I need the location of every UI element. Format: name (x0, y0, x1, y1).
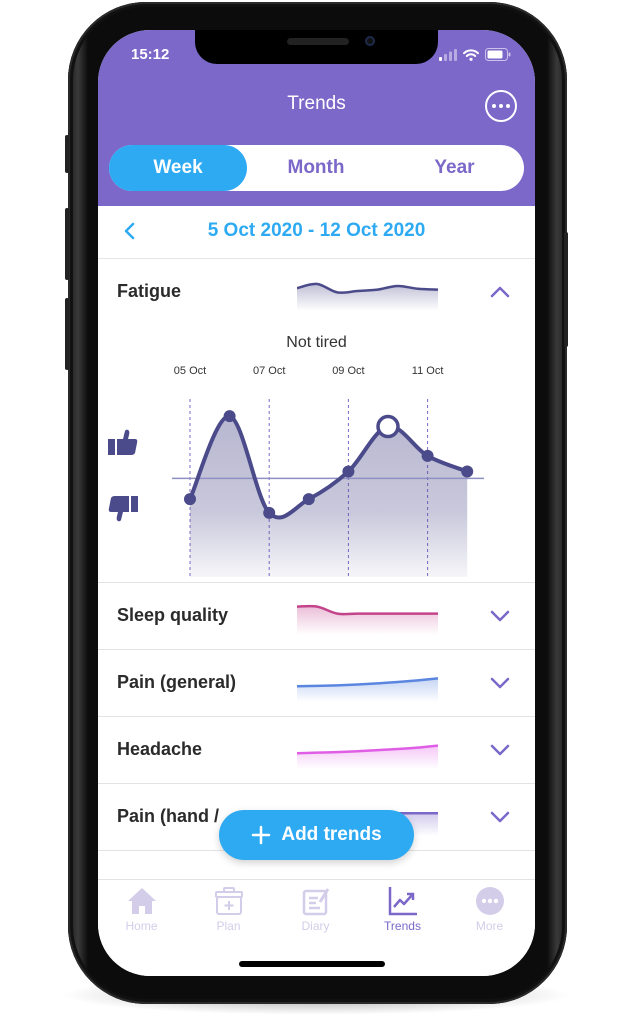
date-range-label: 5 Oct 2020 - 12 Oct 2020 (207, 220, 426, 241)
fatigue-detail-chart: Not tired 05 Oct 07 Oct 09 Oct 11 Oct (98, 322, 535, 583)
tab-label: Diary (301, 919, 330, 933)
sparkline-area (297, 606, 438, 635)
tab-week[interactable]: Week (109, 145, 247, 191)
tab-label: More (475, 919, 504, 933)
medical-kit-icon (214, 887, 243, 915)
sparkline (297, 744, 438, 769)
trend-chart-icon (388, 887, 417, 916)
thumbs-up-icon (108, 429, 138, 455)
date-range-bar: 5 Oct 2020 - 12 Oct 2020 (98, 206, 535, 260)
battery-icon (485, 48, 511, 61)
period-selector: Week Month Year (109, 145, 524, 191)
tab-year[interactable]: Year (385, 145, 524, 191)
more-circle-icon (475, 887, 504, 915)
trend-label: Headache (117, 739, 203, 759)
selected-value-label: Not tired (286, 334, 347, 351)
trend-row-pain-general[interactable]: Pain (general) (98, 650, 535, 717)
sparkline-area (297, 745, 438, 769)
add-trends-button[interactable]: Add trends (219, 810, 414, 860)
status-time: 15:12 (131, 46, 170, 63)
sparkline (297, 677, 438, 702)
sparkline (297, 282, 438, 311)
chevron-down-icon[interactable] (489, 739, 511, 761)
tab-label: Trends (384, 919, 421, 933)
tab-diary[interactable]: Diary (272, 886, 359, 933)
x-tick-label: 09 Oct (332, 365, 364, 377)
thumbs-down-icon (108, 496, 138, 522)
tab-month[interactable]: Month (247, 145, 385, 191)
x-tick-label: 11 Oct (412, 365, 444, 377)
sparkline (297, 604, 438, 635)
tab-label: Plan (216, 919, 241, 933)
volume-up-button (65, 208, 69, 280)
data-point (184, 493, 196, 506)
home-icon (127, 888, 156, 914)
data-point (223, 410, 236, 423)
chevron-down-icon[interactable] (489, 806, 511, 828)
home-indicator (239, 961, 385, 967)
tab-home[interactable]: Home (98, 886, 185, 933)
trend-label: Pain (general) (117, 672, 237, 692)
selected-data-point (376, 414, 400, 439)
area-fill (190, 416, 468, 577)
trend-label: Sleep quality (117, 605, 229, 625)
volume-down-button (65, 298, 69, 370)
x-tick-label: 07 Oct (253, 365, 285, 377)
front-camera (365, 36, 375, 46)
more-options-button[interactable] (485, 90, 517, 122)
trend-row-sleep-quality[interactable]: Sleep quality (98, 583, 535, 650)
trend-row-headache[interactable]: Headache (98, 717, 535, 784)
mute-switch (65, 135, 69, 173)
ellipsis-circle-icon (492, 104, 496, 108)
data-point (461, 465, 474, 478)
data-point (302, 493, 315, 506)
add-trends-label: Add trends (281, 824, 382, 845)
power-button (564, 232, 568, 347)
trend-row-fatigue[interactable]: Fatigue (98, 259, 535, 326)
speaker (287, 38, 349, 45)
x-tick-label: 05 Oct (174, 365, 206, 377)
data-point (263, 506, 276, 519)
wifi-icon (463, 48, 479, 61)
page-title: Trends (287, 93, 346, 114)
screen: 15:12 Trends Week Month Year 5 Oct 2020 … (98, 30, 535, 976)
tab-trends[interactable]: Trends (359, 886, 446, 933)
notch (195, 30, 438, 64)
trend-label: Fatigue (117, 281, 182, 301)
fatigue-line-chart: 05 Oct 07 Oct 09 Oct 11 Oct (172, 365, 484, 577)
chevron-down-icon[interactable] (489, 605, 511, 627)
status-icons (439, 48, 511, 61)
plus-icon (252, 825, 271, 845)
tab-plan[interactable]: Plan (185, 886, 272, 933)
dot (499, 104, 503, 108)
dot (506, 104, 510, 108)
sparkline-area (297, 678, 438, 702)
signal-icon (439, 48, 457, 61)
data-point (342, 465, 355, 478)
trend-label: Pain (hand / (117, 806, 220, 826)
chevron-down-icon[interactable] (489, 672, 511, 694)
diary-edit-icon (302, 888, 329, 916)
chevron-up-icon[interactable] (489, 281, 511, 303)
tab-label: Home (125, 919, 158, 933)
tab-more[interactable]: More (446, 886, 533, 933)
data-point (421, 449, 434, 462)
